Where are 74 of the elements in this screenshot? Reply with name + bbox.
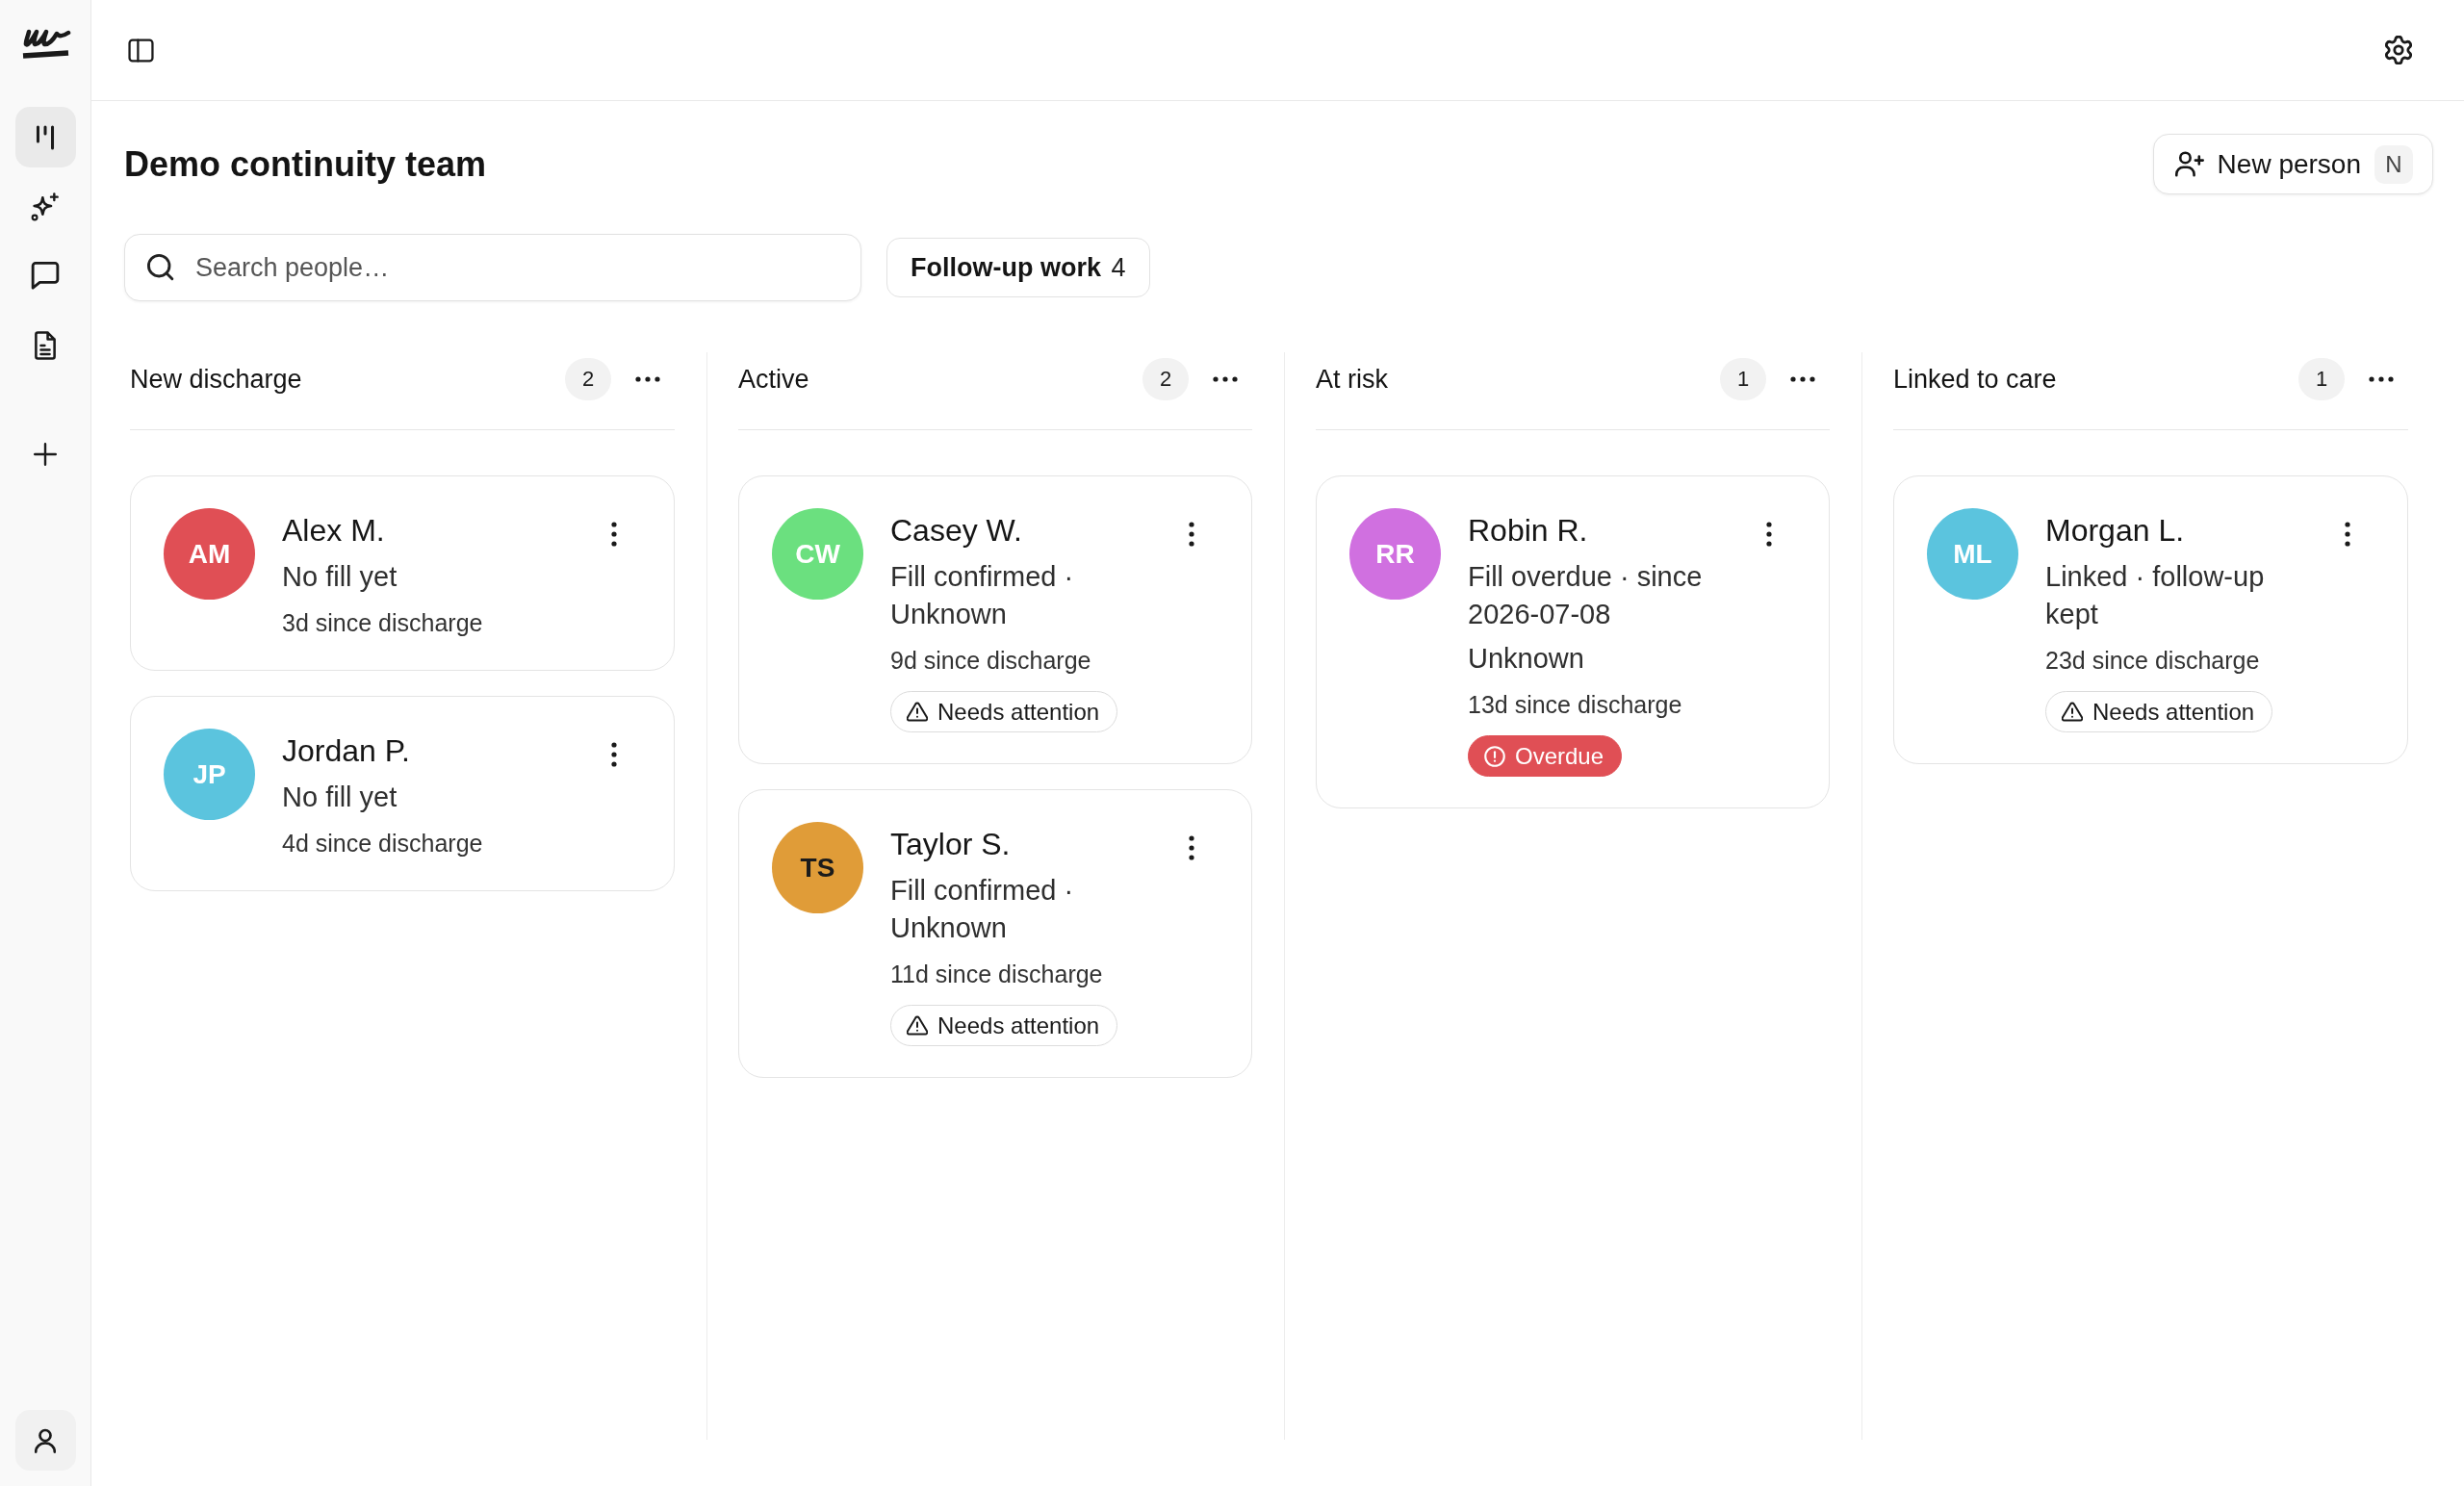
status-text: Fill overdue · since 2026-07-08: [1468, 560, 1704, 631]
new-person-button[interactable]: New person N: [2152, 134, 2433, 194]
column-title: Linked to care: [1893, 364, 2057, 395]
person-name: Jordan P.: [282, 732, 411, 770]
warning-icon: [907, 702, 928, 722]
ellipsis-icon: [2369, 376, 2394, 382]
status-text: Fill confirmed · Unknown: [890, 874, 1075, 945]
avatar: JP: [164, 729, 255, 820]
discharge-time: 4d since discharge: [282, 829, 484, 858]
status-text: Fill confirmed · Unknown: [890, 560, 1075, 631]
person-icon: [35, 1427, 56, 1453]
person-card[interactable]: JP Jordan P. No fill yet 4d since discharge: [130, 696, 675, 891]
status-text: No fill yet: [282, 560, 398, 594]
ellipsis-icon: [1213, 376, 1238, 382]
discharge-time: 9d since discharge: [890, 646, 1092, 676]
column-title: Active: [738, 364, 809, 395]
kebab-icon: [1766, 522, 1772, 547]
person-card[interactable]: AM Alex M. No fill yet 3d since discharge: [130, 475, 675, 671]
status-tag-label: Needs attention: [937, 1012, 1100, 1039]
follow-up-button[interactable]: Follow-up work 4: [886, 238, 1150, 297]
search-icon: [147, 254, 174, 281]
kebab-icon: [2345, 522, 2350, 547]
avatar: ML: [1927, 508, 2018, 600]
discharge-time: 23d since discharge: [2045, 646, 2261, 676]
plus-icon: [34, 442, 57, 466]
kebab-icon: [611, 522, 617, 547]
person-name: Casey W.: [890, 512, 1023, 550]
nav-button[interactable]: [14, 107, 76, 167]
warning-icon: [907, 1015, 928, 1036]
avatar: TS: [772, 822, 863, 913]
ellipsis-icon: [1790, 376, 1815, 382]
shortcut-key: N: [2374, 144, 2413, 184]
person-card[interactable]: TS Taylor S. Fill confirmed · Unknown 11d since discharge Needs attention: [738, 789, 1252, 1078]
document-icon: [34, 330, 57, 360]
column-title: New discharge: [130, 364, 302, 395]
card-count: 2: [1142, 358, 1189, 400]
page-title: Demo continuity team: [124, 142, 487, 186]
status-tag-label: Needs attention: [2092, 698, 2255, 726]
status-text: Unknown: [1468, 642, 1585, 676]
discharge-time: 13d since discharge: [1468, 690, 1683, 720]
avatar: AM: [164, 508, 255, 600]
columns-icon: [36, 124, 55, 150]
column-title: At risk: [1316, 364, 1388, 395]
status-text: Linked · follow-up kept: [2045, 560, 2266, 631]
account-button[interactable]: [14, 1410, 76, 1471]
avatar: RR: [1349, 508, 1441, 600]
ellipsis-icon: [635, 376, 660, 382]
panel-icon: [127, 38, 154, 63]
kebab-icon: [1189, 522, 1194, 547]
card-count: 1: [1720, 358, 1766, 400]
person-name: Robin R.: [1468, 512, 1589, 550]
warning-icon: [2062, 702, 2083, 722]
person-name: Morgan L.: [2045, 512, 2186, 550]
person-name: Alex M.: [282, 512, 386, 550]
sparkle-icon: [31, 192, 60, 221]
person-card[interactable]: RR Robin R. Fill overdue · since 2026-07-08 Unknown 13d since discharge Overdue: [1316, 475, 1830, 808]
person-card[interactable]: ML Morgan L. Linked · follow-up kept 23d since discharge Needs attention: [1893, 475, 2408, 764]
person-card[interactable]: CW Casey W. Fill confirmed · Unknown 9d since discharge Needs attention: [738, 475, 1252, 764]
alert-icon: [1484, 745, 1505, 767]
person-add-icon: [2174, 151, 2204, 177]
discharge-time: 3d since discharge: [282, 608, 484, 638]
search-field[interactable]: Search people…: [124, 234, 861, 301]
discharge-time: 11d since discharge: [890, 960, 1104, 989]
person-name: Taylor S.: [890, 826, 1012, 863]
card-count: 2: [565, 358, 611, 400]
chat-bubble-icon: [31, 261, 60, 291]
settings-icon: [2385, 36, 2412, 64]
status-text: No fill yet: [282, 781, 398, 814]
card-count: 1: [2298, 358, 2345, 400]
kebab-icon: [611, 742, 617, 767]
status-tag-label: Needs attention: [937, 698, 1100, 726]
avatar: CW: [772, 508, 863, 600]
kebab-icon: [1189, 835, 1194, 860]
status-tag-label: Overdue: [1515, 742, 1604, 770]
